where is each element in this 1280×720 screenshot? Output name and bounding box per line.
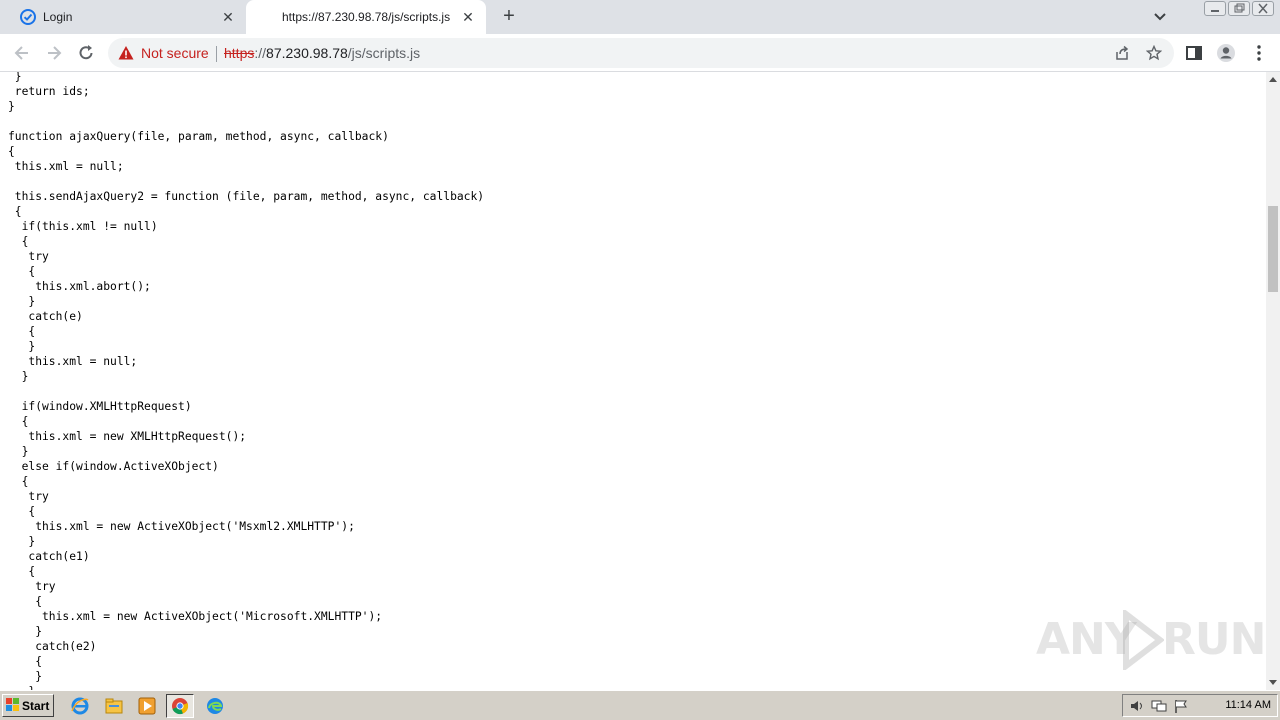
code-line: catch(e1) <box>8 550 90 563</box>
code-line: { <box>8 565 36 578</box>
code-line: this.sendAjaxQuery2 = function (file, pa… <box>8 190 485 203</box>
code-line: catch(e) <box>8 310 83 323</box>
start-button[interactable]: Start <box>2 694 54 717</box>
start-label: Start <box>22 699 50 713</box>
minimize-icon <box>1211 10 1219 12</box>
code-line: { <box>8 205 22 218</box>
code-line: else if(window.ActiveXObject) <box>8 460 219 473</box>
warning-triangle-icon[interactable] <box>118 45 134 61</box>
anyrun-watermark: ANY RUN <box>1036 606 1266 676</box>
scroll-up-arrow-icon[interactable] <box>1269 77 1277 82</box>
source-code-text: } return ids; } function ajaxQuery(file,… <box>8 72 484 690</box>
code-line: this.xml = new XMLHttpRequest(); <box>8 430 247 443</box>
tab-strip: Login ✕ https://87.230.98.78/js/scripts.… <box>0 0 1280 34</box>
scroll-down-arrow-icon[interactable] <box>1269 680 1277 685</box>
profile-avatar-icon[interactable] <box>1216 43 1236 63</box>
forward-arrow-icon[interactable] <box>44 43 64 63</box>
tab-scripts-js[interactable]: https://87.230.98.78/js/scripts.js ✕ <box>246 0 486 34</box>
code-line: if(window.XMLHttpRequest) <box>8 400 192 413</box>
code-line: { <box>8 325 36 338</box>
close-tab-icon[interactable]: ✕ <box>460 9 476 25</box>
system-clock[interactable]: 11:14 AM <box>1225 699 1271 711</box>
code-line: { <box>8 235 29 248</box>
code-line: { <box>8 265 36 278</box>
new-tab-button[interactable]: + <box>498 6 520 28</box>
omnibox-divider <box>216 46 217 62</box>
bookmark-star-icon[interactable] <box>1146 45 1162 61</box>
vertical-scrollbar[interactable] <box>1266 72 1280 690</box>
media-player-icon[interactable] <box>137 696 157 716</box>
tab-login[interactable]: Login ✕ <box>8 0 246 34</box>
windows-logo-icon <box>6 698 19 711</box>
code-line: try <box>8 490 49 503</box>
code-line: if(this.xml != null) <box>8 220 158 233</box>
code-line: { <box>8 415 29 428</box>
close-window-button[interactable] <box>1252 1 1274 16</box>
share-icon[interactable] <box>1114 45 1130 61</box>
code-line: this.xml = new ActiveXObject('Msxml2.XML… <box>8 520 355 533</box>
code-line: { <box>8 475 29 488</box>
watermark-play-icon <box>1123 610 1164 670</box>
volume-icon[interactable] <box>1129 698 1145 714</box>
back-arrow-icon[interactable] <box>12 43 32 63</box>
code-line: try <box>8 580 56 593</box>
code-line: { <box>8 655 43 668</box>
restore-icon <box>1234 3 1245 13</box>
code-line: catch(e2) <box>8 640 97 653</box>
code-line: } <box>8 535 36 548</box>
code-line: { <box>8 505 36 518</box>
code-line: return ids; <box>8 85 90 98</box>
close-tab-icon[interactable]: ✕ <box>220 9 236 25</box>
watermark-text-right: RUN <box>1162 614 1266 665</box>
login-favicon-icon <box>20 9 36 25</box>
chrome-taskbar-button[interactable] <box>166 694 194 718</box>
network-icon[interactable] <box>1151 698 1167 714</box>
tab-search-chevron-icon[interactable] <box>1152 10 1168 24</box>
code-line: } <box>8 295 36 308</box>
tab-title: https://87.230.98.78/js/scripts.js <box>282 10 451 24</box>
internet-explorer-icon[interactable] <box>70 696 90 716</box>
window-controls <box>1204 1 1274 16</box>
code-line: this.xml.abort(); <box>8 280 151 293</box>
taskbar: Start 11:14 AM <box>0 690 1280 720</box>
address-bar[interactable]: Not secure https://87.230.98.78/js/scrip… <box>108 38 1174 68</box>
page-content: } return ids; } function ajaxQuery(file,… <box>0 72 1266 690</box>
code-line: } <box>8 340 36 353</box>
code-line: { <box>8 595 43 608</box>
url-separator: :// <box>254 45 267 61</box>
url-path: /js/scripts.js <box>347 45 421 61</box>
code-line: } <box>8 72 22 83</box>
close-window-icon <box>1258 3 1268 14</box>
file-explorer-icon[interactable] <box>104 696 124 716</box>
code-line: } <box>8 370 29 383</box>
side-panel-icon[interactable] <box>1184 43 1204 63</box>
code-line: function ajaxQuery(file, param, method, … <box>8 130 389 143</box>
browser-toolbar: Not secure https://87.230.98.78/js/scrip… <box>0 34 1280 72</box>
tab-title: Login <box>43 10 73 24</box>
url-scheme: https <box>224 45 255 61</box>
url-text[interactable]: https://87.230.98.78/js/scripts.js <box>224 45 420 61</box>
reload-icon[interactable] <box>76 43 96 63</box>
minimize-button[interactable] <box>1204 1 1226 16</box>
code-line: { <box>8 145 15 158</box>
code-line: } <box>8 625 43 638</box>
code-line: } <box>8 670 43 683</box>
url-host: 87.230.98.78 <box>266 45 348 61</box>
code-line: this.xml = new ActiveXObject('Microsoft.… <box>8 610 383 623</box>
action-center-flag-icon[interactable] <box>1173 698 1189 714</box>
scroll-thumb[interactable] <box>1268 206 1278 292</box>
code-line: this.xml = null; <box>8 160 124 173</box>
system-tray: 11:14 AM <box>1122 694 1278 717</box>
code-line: this.xml = null; <box>8 355 138 368</box>
more-menu-icon[interactable] <box>1249 43 1269 63</box>
code-line: try <box>8 250 49 263</box>
restore-button[interactable] <box>1228 1 1250 16</box>
edge-icon[interactable] <box>205 696 225 716</box>
code-line: } <box>8 445 29 458</box>
not-secure-label[interactable]: Not secure <box>141 45 209 61</box>
chrome-icon <box>172 698 189 715</box>
code-line: } <box>8 100 15 113</box>
